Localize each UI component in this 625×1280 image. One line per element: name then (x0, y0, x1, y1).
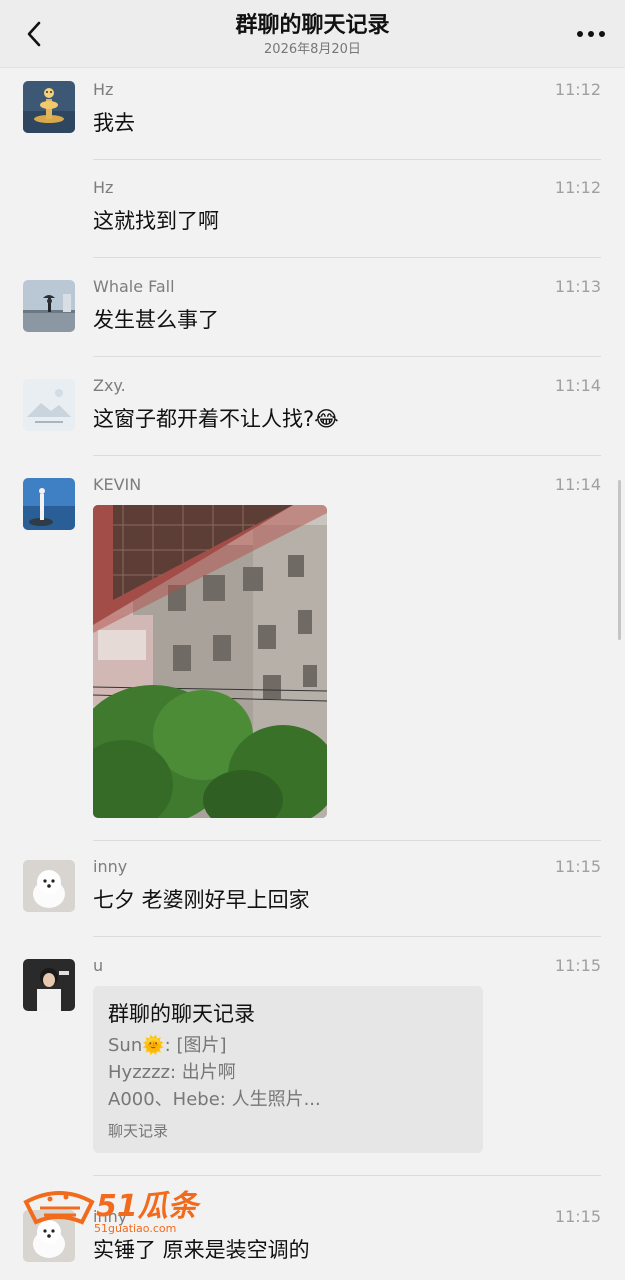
avatar[interactable] (23, 379, 75, 431)
top-bar: 群聊的聊天记录 2026年8月20日 (0, 0, 625, 68)
record-title: 群聊的聊天记录 (108, 1002, 255, 1026)
divider (93, 1175, 601, 1176)
message-time: 11:13 (554, 277, 601, 296)
list-item: u 11:15 群聊的聊天记录 Sun🌞: [图片] Hyzzzz: 出片啊 A… (0, 936, 625, 1187)
sender-name: Hz (93, 80, 114, 99)
back-button[interactable] (14, 14, 54, 54)
avatar[interactable] (23, 959, 75, 1011)
message-time: 11:14 (554, 475, 601, 494)
chat-history-page: 群聊的聊天记录 2026年8月20日 Hz 11:12 我去 Hz 11:12 … (0, 0, 625, 1280)
message-time: 11:15 (554, 1207, 601, 1226)
message-text: 发生甚么事了 (93, 308, 219, 332)
sender-name: inny (93, 857, 128, 876)
message-text: 实锤了 原来是装空调的 (93, 1238, 310, 1262)
sender-name: u (93, 956, 104, 975)
record-line: A000、Hebe: 人生照片... (108, 1089, 321, 1110)
avatar[interactable] (23, 81, 75, 133)
message-text: 这就找到了啊 (93, 209, 219, 233)
title-block: 群聊的聊天记录 2026年8月20日 (235, 12, 389, 58)
sender-name: Hz (93, 178, 114, 197)
message-time: 11:14 (554, 376, 601, 395)
chevron-left-icon (27, 21, 41, 47)
more-button[interactable] (569, 14, 613, 54)
more-dots-icon (577, 31, 605, 37)
message-text: 七夕 老婆刚好早上回家 (93, 888, 310, 912)
message-time: 11:12 (554, 178, 601, 197)
list-item: inny 11:15 七夕 老婆刚好早上回家 (0, 837, 625, 937)
message-time: 11:15 (554, 857, 601, 876)
message-time: 11:12 (554, 80, 601, 99)
sender-name: inny (93, 1207, 128, 1226)
message-text: 这窗子都开着不让人找?😂 (93, 407, 339, 431)
avatar[interactable] (23, 478, 75, 530)
avatar[interactable] (23, 1210, 75, 1262)
page-date: 2026年8月20日 (264, 41, 361, 57)
message-list[interactable]: Hz 11:12 我去 Hz 11:12 这就找到了啊 Whale Fall 1… (0, 68, 625, 1280)
chat-record-card[interactable]: 群聊的聊天记录 Sun🌞: [图片] Hyzzzz: 出片啊 A000、Hebe… (93, 986, 483, 1153)
list-item: Zxy. 11:14 这窗子都开着不让人找?😂 (0, 356, 625, 456)
message-time: 11:15 (554, 956, 601, 975)
list-item: Hz 11:12 这就找到了啊 (0, 158, 625, 258)
page-title: 群聊的聊天记录 (235, 12, 390, 38)
list-item: Hz 11:12 我去 (0, 68, 625, 160)
message-text: 我去 (93, 111, 135, 135)
avatar[interactable] (23, 860, 75, 912)
record-line: Hyzzzz: 出片啊 (108, 1062, 236, 1083)
list-item: Whale Fall 11:13 发生甚么事了 (0, 257, 625, 357)
sender-name: Whale Fall (93, 277, 175, 296)
list-item: KEVIN 11:14 (0, 455, 625, 841)
photo-message[interactable] (93, 505, 327, 818)
list-item: inny 11:15 实锤了 原来是装空调的 (0, 1187, 625, 1280)
sender-name: Zxy. (93, 376, 126, 395)
record-footer: 聊天记录 (108, 1122, 169, 1140)
scrollbar[interactable] (618, 480, 621, 640)
sender-name: KEVIN (93, 475, 142, 494)
record-line: Sun🌞: [图片] (108, 1035, 227, 1056)
avatar[interactable] (23, 280, 75, 332)
